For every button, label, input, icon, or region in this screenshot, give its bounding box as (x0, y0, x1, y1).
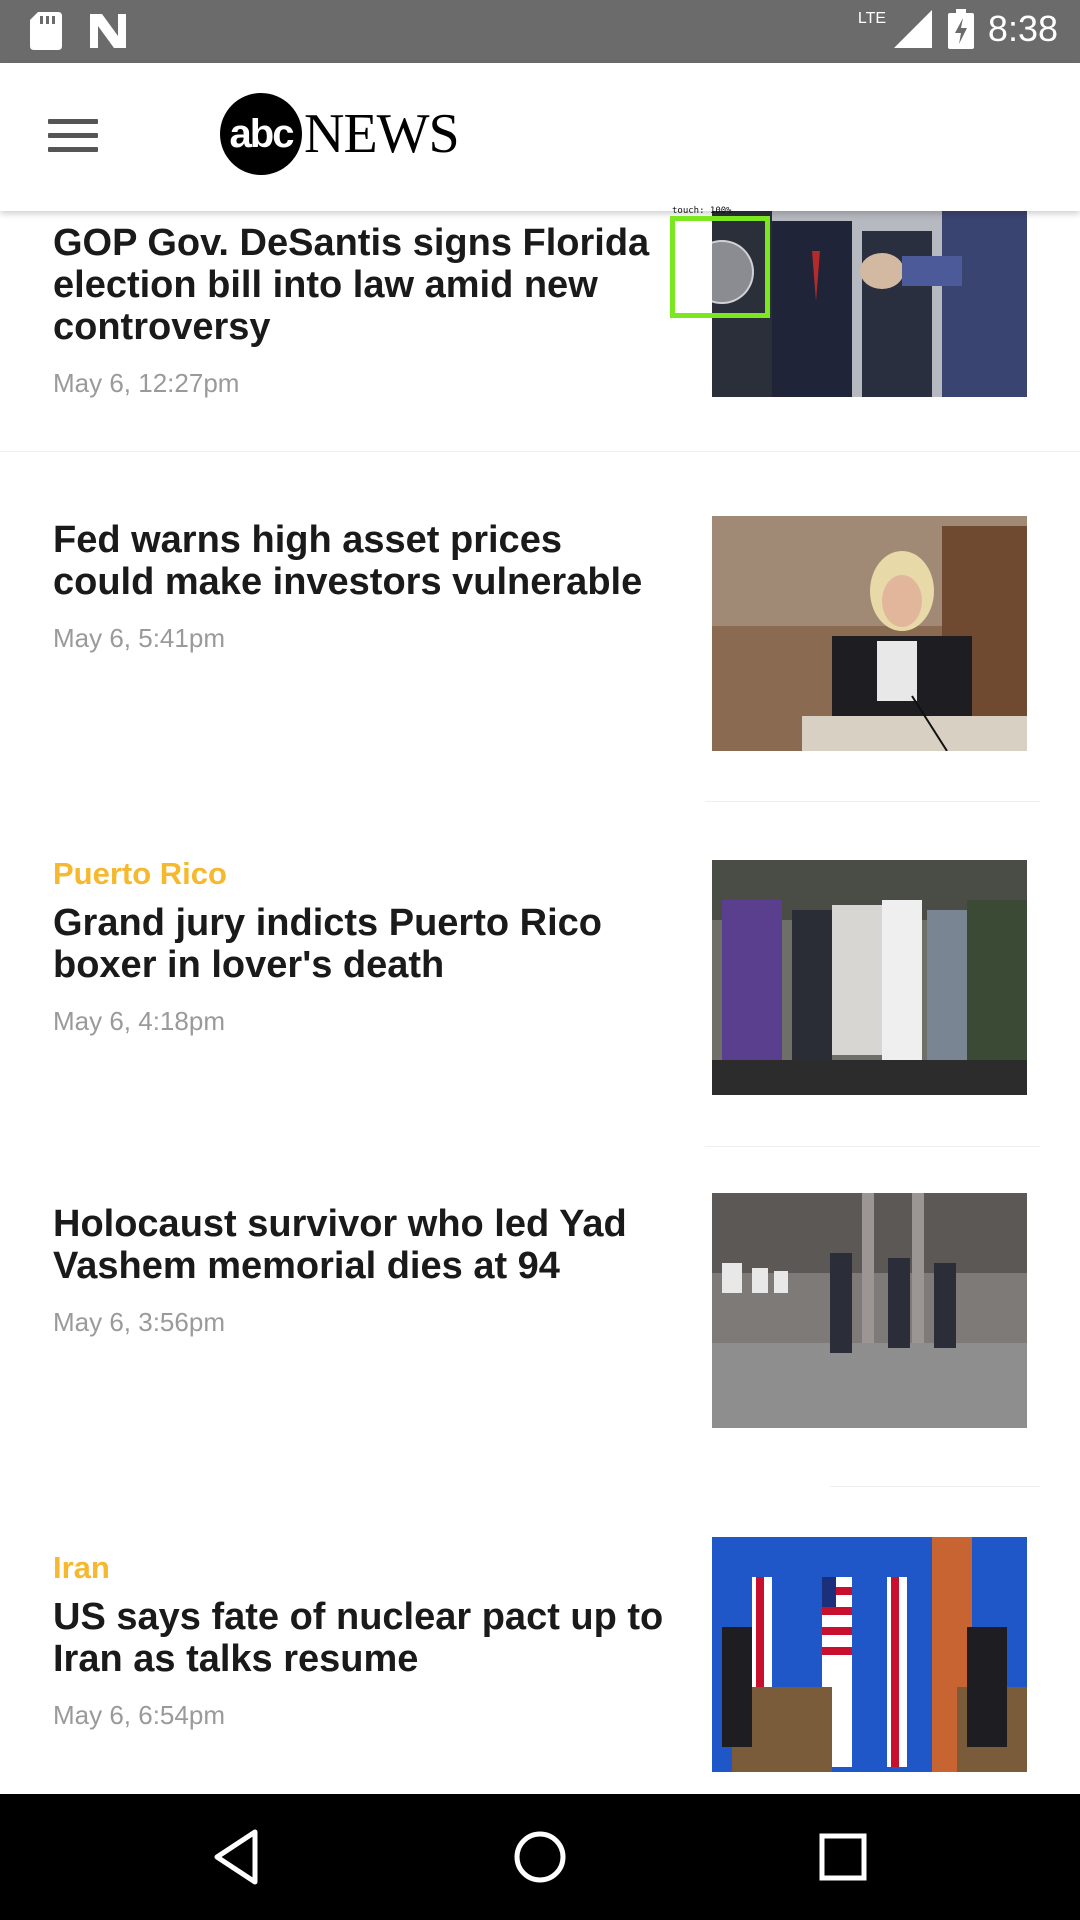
battery-charging-icon (947, 9, 974, 49)
article-category[interactable]: Puerto Rico (53, 856, 673, 892)
article-date: May 6, 6:54pm (53, 1700, 225, 1730)
logo-circle: abc (220, 93, 302, 175)
article-thumbnail[interactable] (712, 860, 1027, 1095)
clock: 8:38 (987, 8, 1058, 49)
article-date: May 6, 3:56pm (53, 1307, 225, 1337)
article-card[interactable]: Puerto Rico Grand jury indicts Puerto Ri… (0, 816, 1080, 1161)
hamburger-menu-icon[interactable] (48, 119, 98, 155)
navigation-bar (0, 1794, 1080, 1920)
logo-word: NEWS (304, 103, 460, 165)
touch-indicator-dot (690, 240, 754, 304)
sd-card-icon (30, 12, 62, 50)
article-thumbnail[interactable] (712, 1537, 1027, 1772)
article-headline[interactable]: Holocaust survivor who led Yad Vashem me… (53, 1203, 673, 1287)
recents-square-icon[interactable] (810, 1824, 876, 1890)
n-logo-icon (90, 14, 126, 48)
back-triangle-icon[interactable] (205, 1824, 271, 1890)
article-date: May 6, 4:18pm (53, 1006, 225, 1036)
article-card[interactable]: GOP Gov. DeSantis signs Florida election… (0, 211, 1080, 471)
signal-icon: LTE (858, 8, 934, 50)
app-bar: abc NEWS (0, 63, 1080, 211)
article-card[interactable]: Holocaust survivor who led Yad Vashem me… (0, 1161, 1080, 1506)
article-headline[interactable]: Grand jury indicts Puerto Rico boxer in … (53, 902, 673, 986)
touch-indicator-label: touch: 100% (672, 206, 732, 216)
news-feed[interactable]: GOP Gov. DeSantis signs Florida election… (0, 211, 1080, 1794)
article-headline[interactable]: GOP Gov. DeSantis signs Florida election… (53, 222, 673, 348)
article-card[interactable]: Fed warns high asset prices could make i… (0, 471, 1080, 816)
network-type: LTE (857, 10, 887, 27)
article-date: May 6, 5:41pm (53, 623, 225, 653)
article-date: May 6, 12:27pm (53, 368, 240, 398)
status-bar: LTE 8:38 (0, 0, 1080, 63)
article-thumbnail[interactable] (712, 516, 1027, 751)
article-headline[interactable]: US says fate of nuclear pact up to Iran … (53, 1596, 673, 1680)
article-category[interactable]: Iran (53, 1550, 673, 1586)
article-thumbnail[interactable] (712, 1193, 1027, 1428)
abc-news-logo: abc NEWS (220, 93, 460, 175)
home-circle-icon[interactable] (507, 1824, 573, 1890)
article-card[interactable]: Iran US says fate of nuclear pact up to … (0, 1506, 1080, 1794)
article-headline[interactable]: Fed warns high asset prices could make i… (53, 519, 673, 603)
